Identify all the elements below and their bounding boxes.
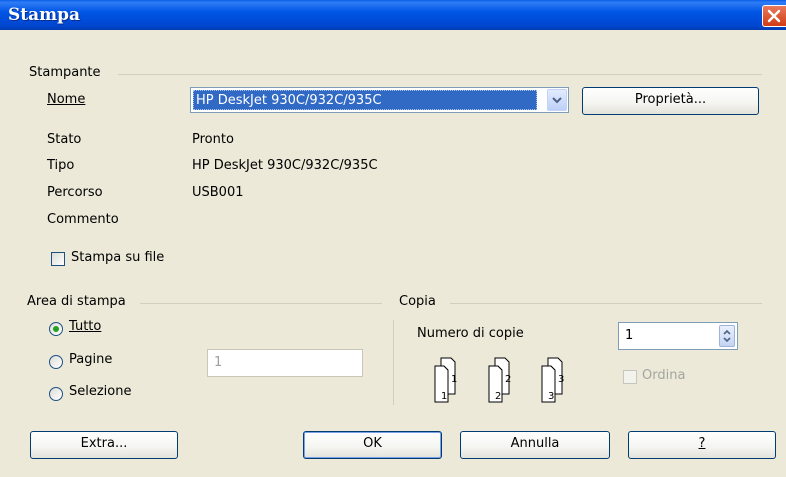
page-icon-2-front: 2 bbox=[495, 391, 501, 402]
pages-input-value: 1 bbox=[214, 355, 223, 370]
collate-illustration: 1 1 2 2 3 3 bbox=[434, 356, 584, 404]
properties-button-label: Proprietà... bbox=[634, 92, 707, 107]
comment-label: Commento bbox=[47, 212, 119, 227]
printer-name-label: Nome bbox=[47, 92, 86, 107]
extra-button[interactable]: Extra... bbox=[30, 431, 178, 459]
ok-button-label: OK bbox=[363, 436, 382, 451]
print-to-file-checkbox[interactable] bbox=[51, 252, 65, 266]
print-range-group-label: Area di stampa bbox=[24, 294, 129, 309]
status-label: Stato bbox=[47, 132, 82, 147]
status-value: Pronto bbox=[192, 132, 234, 147]
copies-count-label: Numero di copie bbox=[417, 326, 524, 341]
close-icon bbox=[767, 9, 781, 23]
radio-pages[interactable] bbox=[49, 355, 63, 369]
radio-pages-label[interactable]: Pagine bbox=[69, 352, 112, 367]
type-label: Tipo bbox=[47, 158, 75, 173]
printer-group-line bbox=[118, 74, 762, 75]
copies-count-value: 1 bbox=[625, 328, 634, 343]
close-button[interactable] bbox=[762, 5, 786, 27]
cancel-button-label: Annulla bbox=[510, 436, 560, 451]
group-separator bbox=[393, 320, 394, 405]
radio-selection-label[interactable]: Selezione bbox=[69, 384, 132, 399]
path-value: USB001 bbox=[192, 185, 244, 200]
page-icon-1-front: 1 bbox=[441, 391, 447, 402]
ok-button[interactable]: OK bbox=[303, 431, 442, 459]
printer-name-select[interactable]: HP DeskJet 930C/932C/935C bbox=[190, 87, 569, 113]
collate-label: Ordina bbox=[642, 368, 686, 383]
copies-group-label: Copia bbox=[396, 294, 439, 309]
page-icon-3-back: 3 bbox=[558, 374, 564, 385]
properties-button[interactable]: Proprietà... bbox=[582, 87, 759, 115]
pages-input[interactable]: 1 bbox=[207, 349, 363, 377]
radio-selected-dot bbox=[53, 326, 59, 332]
title-bar[interactable]: Stampa bbox=[0, 0, 786, 30]
collate-page-icon: 1 1 2 2 3 3 bbox=[434, 357, 564, 403]
printer-group-label: Stampante bbox=[26, 65, 104, 80]
print-dialog: Stampa Stampante Nome HP DeskJet 930C/93… bbox=[0, 0, 786, 477]
radio-all[interactable] bbox=[49, 322, 63, 336]
printer-dropdown-button[interactable] bbox=[547, 89, 567, 111]
spin-buttons[interactable] bbox=[719, 325, 735, 347]
copies-count-spinner[interactable]: 1 bbox=[618, 322, 738, 350]
dialog-title: Stampa bbox=[8, 5, 81, 25]
page-icon-3-front: 3 bbox=[548, 391, 554, 402]
help-button[interactable]: ? bbox=[628, 431, 776, 459]
page-icon-1-back: 1 bbox=[451, 374, 457, 385]
print-to-file-label[interactable]: Stampa su file bbox=[71, 250, 164, 265]
radio-all-label[interactable]: Tutto bbox=[69, 319, 101, 334]
extra-button-label: Extra... bbox=[80, 436, 128, 451]
print-range-group-line bbox=[140, 303, 382, 304]
copies-group-line bbox=[450, 303, 762, 304]
path-label: Percorso bbox=[47, 185, 103, 200]
help-button-label: ? bbox=[698, 436, 706, 451]
cancel-button[interactable]: Annulla bbox=[460, 431, 610, 459]
spin-arrows-icon bbox=[723, 329, 731, 343]
collate-checkbox[interactable] bbox=[623, 370, 637, 384]
page-icon-2-back: 2 bbox=[505, 374, 511, 385]
printer-name-value: HP DeskJet 930C/932C/935C bbox=[193, 90, 537, 110]
dropdown-arrow-icon bbox=[552, 97, 562, 104]
type-value: HP DeskJet 930C/932C/935C bbox=[192, 158, 378, 173]
radio-selection[interactable] bbox=[49, 387, 63, 401]
